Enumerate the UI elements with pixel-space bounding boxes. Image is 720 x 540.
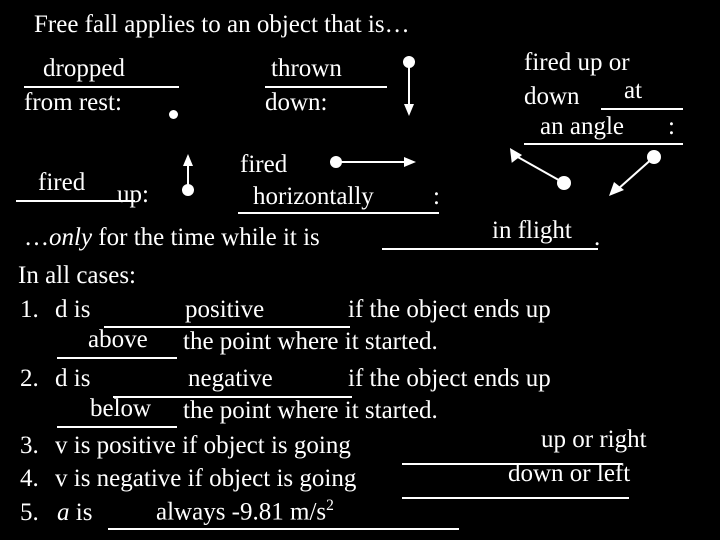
rule-3-number: 3.	[20, 432, 39, 459]
rule-3-answer-1: up or right	[541, 426, 647, 453]
angle-arrow-up-left-icon	[509, 148, 571, 190]
answer-in-flight: in flight	[492, 217, 572, 244]
only-line-middle: for the time while it is	[92, 224, 320, 251]
in-all-cases-label: In all cases:	[18, 262, 137, 289]
rest-dot-icon	[169, 110, 178, 119]
rule-1-lead: d is	[55, 296, 91, 323]
blank-line-an-angle	[524, 143, 683, 145]
rule-5-blank-1	[108, 528, 459, 530]
angle-arrow-down-left-icon	[609, 150, 661, 196]
horizontal-arrow-icon	[330, 156, 416, 168]
answer-horizontally: horizontally	[253, 183, 374, 210]
rule-5-lead-text: is	[69, 499, 93, 526]
prompt-up: up:	[117, 181, 149, 208]
only-line-prefix: …	[24, 224, 49, 251]
up-arrow-icon	[182, 154, 194, 196]
rule-5-number: 5.	[20, 499, 39, 526]
answer-fired-horizontal: fired	[240, 151, 288, 178]
blank-line-in-flight	[382, 248, 598, 250]
only-line-suffix: .	[594, 224, 601, 251]
rule-1-answer-2: above	[88, 326, 148, 353]
rule-4-blank-1	[402, 497, 629, 499]
prompt-down: down:	[265, 89, 328, 116]
rule-1-number: 1.	[20, 296, 39, 323]
rule-1-answer-1: positive	[185, 296, 265, 323]
slide-canvas: Free fall applies to an object that is… …	[0, 0, 720, 540]
rule-2-tail: the point where it started.	[183, 397, 438, 424]
only-line: …only for the time while it is	[24, 225, 320, 250]
answer-an-angle: an angle	[540, 113, 624, 140]
rule-4-number: 4.	[20, 465, 39, 492]
answer-dropped: dropped	[43, 55, 125, 82]
answer-at: at	[624, 77, 643, 104]
prompt-down-angle: down	[524, 83, 580, 110]
colon-angle: :	[668, 113, 675, 140]
rule-4-lead: v is negative if object is going	[55, 465, 357, 492]
rule-1-mid: if the object ends up	[348, 296, 551, 323]
rule-5-answer-exponent: 2	[326, 497, 334, 514]
rule-1-blank-2	[57, 357, 177, 359]
rule-2-mid: if the object ends up	[348, 365, 551, 392]
rule-2-lead: d is	[55, 365, 91, 392]
page-title: Free fall applies to an object that is…	[34, 11, 410, 38]
blank-line-at	[601, 108, 683, 110]
rule-4-answer-1: down or left	[508, 460, 631, 487]
rule-5-lead: a is	[57, 500, 92, 525]
colon-horizontal: :	[433, 183, 440, 210]
rule-1-tail: the point where it started.	[183, 328, 438, 355]
prompt-from-rest: from rest:	[24, 89, 122, 116]
rule-5-answer-text: always -9.81 m/s	[156, 498, 327, 526]
prompt-fired-up-or: fired up or	[524, 49, 630, 76]
rule-2-answer-1: negative	[188, 365, 273, 392]
rule-5-answer-1: always -9.81 m/s2	[156, 497, 334, 526]
rule-2-number: 2.	[20, 365, 39, 392]
answer-fired-up: fired	[38, 169, 86, 196]
rule-5-lead-italic: a	[57, 499, 70, 526]
down-arrow-icon	[403, 56, 415, 116]
blank-line-thrown	[265, 86, 387, 88]
rule-2-blank-2	[57, 426, 177, 428]
blank-line-horizontally	[238, 212, 439, 214]
rule-2-answer-2: below	[90, 395, 152, 422]
rule-3-lead: v is positive if object is going	[55, 432, 351, 459]
only-line-emphasis: only	[49, 224, 93, 251]
blank-line-dropped	[24, 86, 179, 88]
answer-thrown: thrown	[271, 55, 342, 82]
